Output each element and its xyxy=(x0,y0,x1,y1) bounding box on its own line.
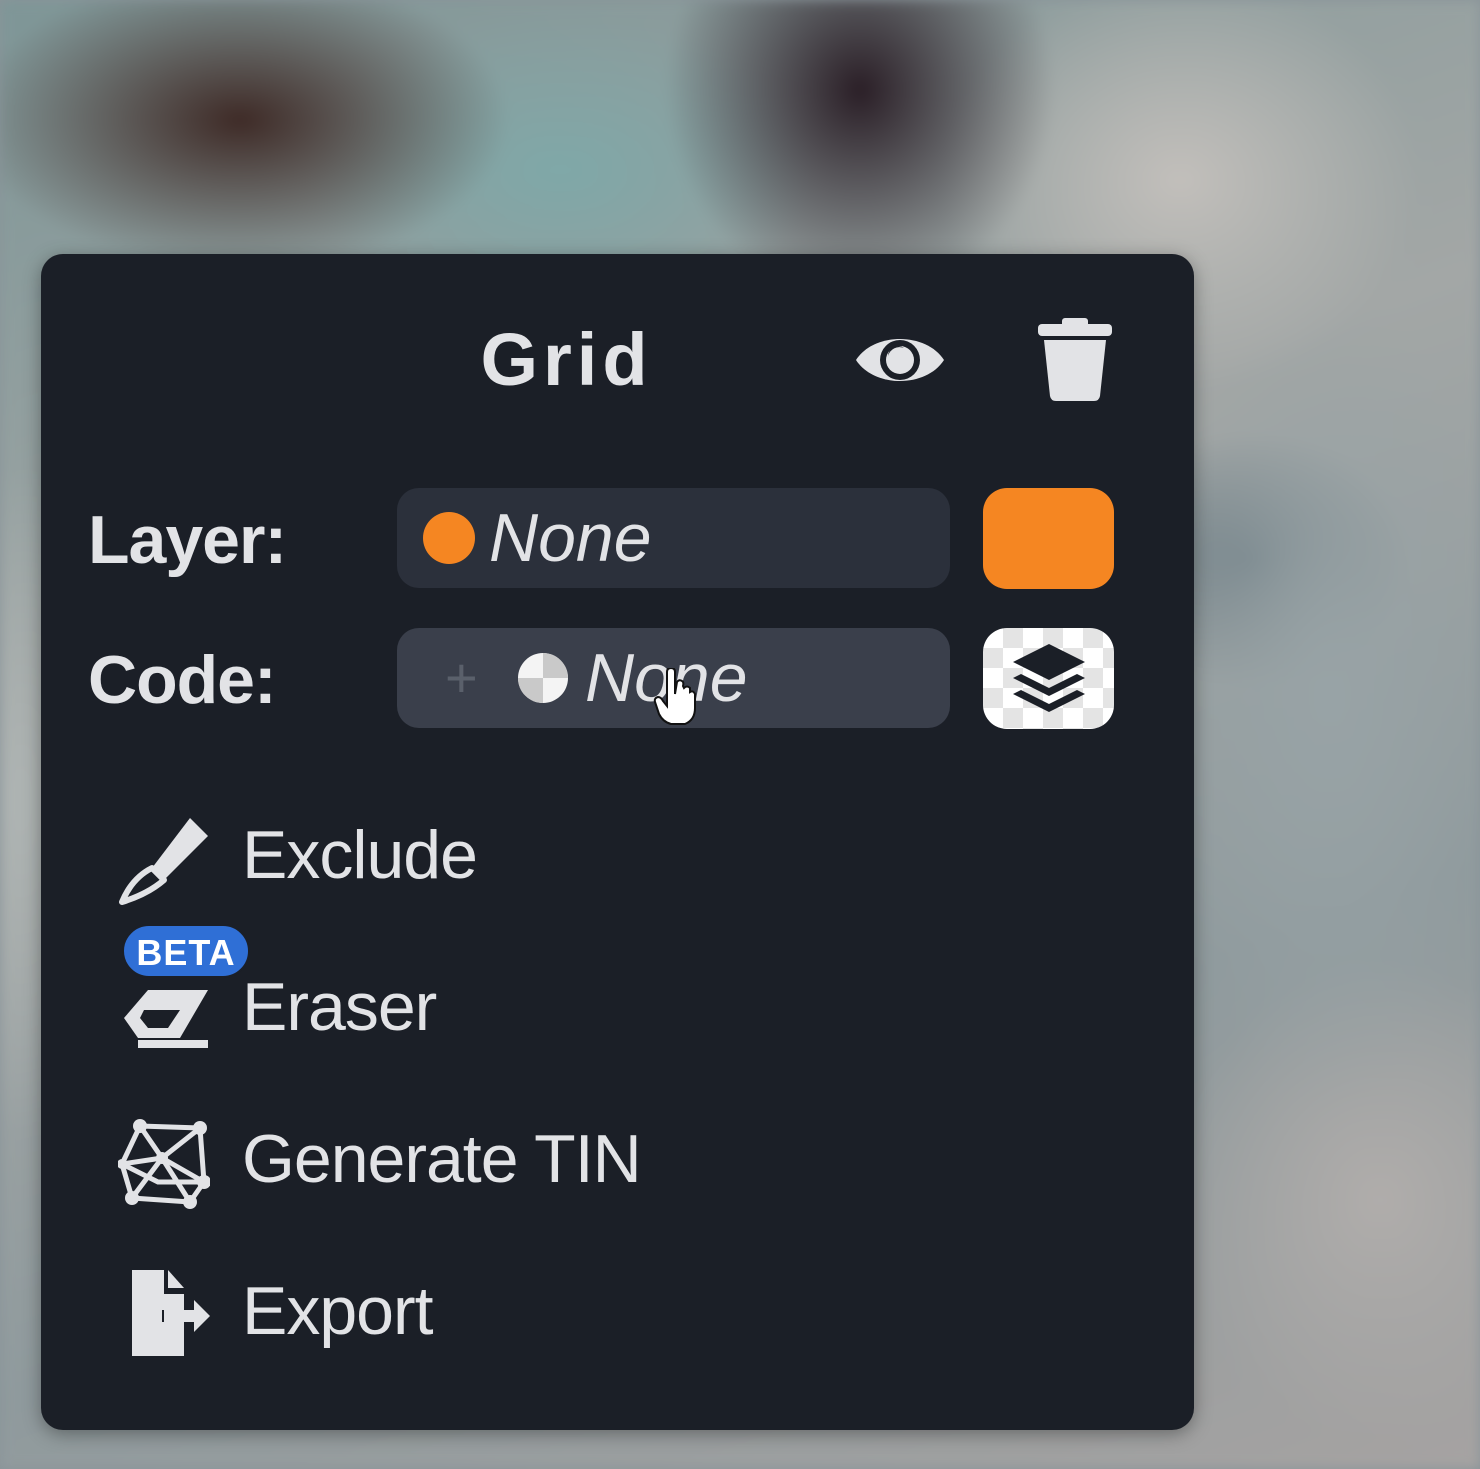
layer-color-dot xyxy=(423,512,475,564)
layer-label: Layer: xyxy=(88,502,287,578)
scalpel-icon xyxy=(118,814,210,906)
layer-color-swatch-button[interactable] xyxy=(983,488,1114,589)
code-select[interactable]: + None xyxy=(397,628,950,728)
layers-button[interactable] xyxy=(983,628,1114,729)
layers-icon xyxy=(1013,644,1085,712)
menu-item-exclude[interactable]: Exclude xyxy=(112,800,712,910)
menu-item-export[interactable]: Export xyxy=(112,1256,712,1366)
code-label: Code: xyxy=(88,642,277,718)
menu-item-eraser-label: Eraser xyxy=(242,969,437,1045)
menu-item-generate-tin[interactable]: Generate TIN xyxy=(112,1104,712,1214)
trash-icon[interactable] xyxy=(1036,316,1114,402)
layer-select-value: None xyxy=(489,500,652,576)
half-circle-icon xyxy=(517,652,569,704)
layer-select[interactable]: None xyxy=(397,488,950,588)
hand-cursor-icon xyxy=(653,666,697,726)
panel-title: Grid xyxy=(480,318,653,401)
tin-mesh-icon xyxy=(117,1118,211,1210)
file-export-icon xyxy=(118,1270,210,1362)
add-code-plus[interactable]: + xyxy=(445,628,478,728)
eye-icon[interactable] xyxy=(852,328,948,392)
menu-item-export-label: Export xyxy=(242,1273,434,1349)
menu-item-generate-tin-label: Generate TIN xyxy=(242,1121,642,1197)
menu-item-exclude-label: Exclude xyxy=(242,817,478,893)
beta-badge: BETA xyxy=(122,924,250,978)
